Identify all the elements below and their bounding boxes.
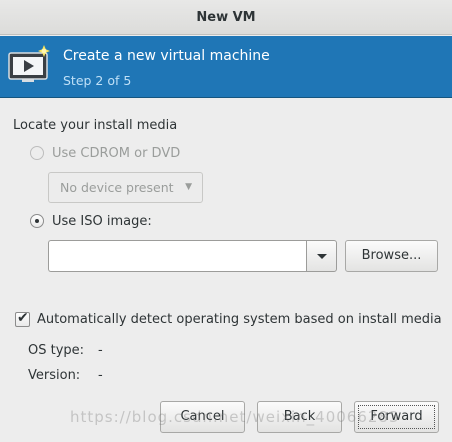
os-type-value: - xyxy=(98,343,103,358)
watermark: https://blog.csdn.net/weixin_40066283 xyxy=(70,408,400,426)
iso-path-input[interactable] xyxy=(48,240,307,272)
auto-detect-label: Automatically detect operating system ba… xyxy=(37,312,442,327)
version-value: - xyxy=(98,368,103,383)
cdrom-radio-label: Use CDROM or DVD xyxy=(52,146,181,161)
wizard-banner: Create a new virtual machine Step 2 of 5 xyxy=(0,36,452,98)
checkmark-icon: ✔ xyxy=(17,310,29,326)
browse-button[interactable]: Browse... xyxy=(345,240,438,272)
cdrom-device-combo-value: No device present xyxy=(60,180,174,195)
chevron-down-icon: ▼ xyxy=(185,182,192,192)
iso-radio[interactable] xyxy=(30,214,44,228)
auto-detect-checkbox[interactable]: ✔ xyxy=(15,310,30,327)
cdrom-device-combo[interactable]: No device present ▼ xyxy=(48,172,203,203)
wizard-title: Create a new virtual machine xyxy=(63,48,270,64)
cdrom-radio[interactable] xyxy=(30,146,44,160)
window-titlebar: New VM xyxy=(0,0,452,35)
vm-monitor-icon xyxy=(8,45,50,82)
dropdown-arrow-icon xyxy=(317,254,327,259)
version-label: Version: xyxy=(28,368,81,383)
window-title: New VM xyxy=(196,10,256,25)
wizard-step-indicator: Step 2 of 5 xyxy=(63,73,132,88)
browse-button-label: Browse... xyxy=(361,248,422,263)
install-media-heading: Locate your install media xyxy=(13,118,178,133)
iso-radio-label: Use ISO image: xyxy=(52,214,152,229)
os-type-label: OS type: xyxy=(28,343,85,358)
iso-history-dropdown-button[interactable] xyxy=(306,240,337,272)
